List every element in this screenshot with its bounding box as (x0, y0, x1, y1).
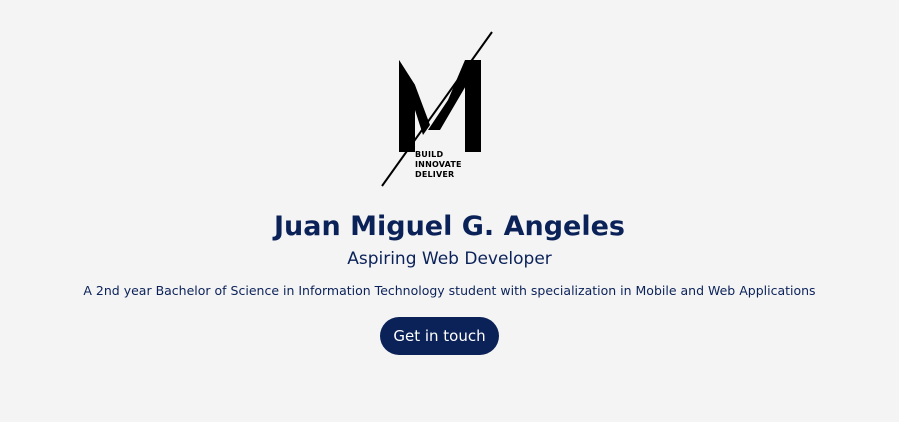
logo-tagline: BUILD INNOVATE DELIVER (415, 150, 462, 180)
logo-tagline-line: INNOVATE (415, 160, 462, 169)
logo: BUILD INNOVATE DELIVER (378, 30, 498, 188)
logo-tagline-line: DELIVER (415, 170, 455, 179)
profile-role: Aspiring Web Developer (347, 249, 552, 269)
get-in-touch-button[interactable]: Get in touch (380, 317, 499, 355)
hero-section: BUILD INNOVATE DELIVER Juan Miguel G. An… (0, 0, 899, 422)
profile-description: A 2nd year Bachelor of Science in Inform… (83, 283, 816, 298)
profile-name: Juan Miguel G. Angeles (274, 211, 625, 242)
logo-tagline-line: BUILD (415, 150, 444, 159)
